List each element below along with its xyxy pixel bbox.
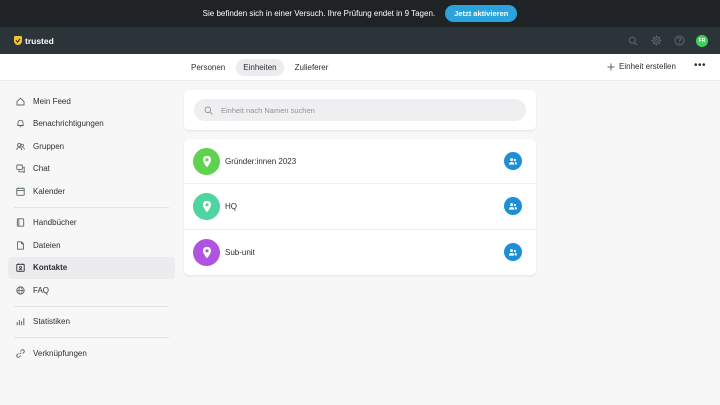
- sidebar-item-label: FAQ: [33, 285, 50, 295]
- location-pin-icon: [202, 246, 211, 259]
- sidebar: Mein Feed Benachrichtigungen Gruppen Cha…: [8, 90, 175, 365]
- unit-avatar: [193, 147, 220, 175]
- sidebar-item-mein-feed[interactable]: Mein Feed: [8, 90, 175, 113]
- sidebar-item-chat[interactable]: Chat: [8, 158, 175, 181]
- unit-list: Gründer:innen 2023 HQ Sub-unit: [184, 139, 536, 275]
- search-field[interactable]: [194, 99, 526, 121]
- unit-avatar: [193, 238, 220, 266]
- sidebar-item-label: Mein Feed: [33, 96, 71, 106]
- unit-avatar: [193, 192, 220, 220]
- unit-row[interactable]: Gründer:innen 2023: [184, 139, 536, 185]
- sidebar-item-label: Statistiken: [33, 317, 70, 327]
- search-icon: [204, 106, 213, 115]
- manage-members-button[interactable]: [504, 243, 522, 262]
- app-header: trusted FR: [0, 27, 720, 54]
- globe-icon: [16, 286, 25, 295]
- members-icon: [509, 157, 517, 165]
- sidebar-item-label: Benachrichtigungen: [33, 119, 104, 129]
- unit-row[interactable]: Sub-unit: [184, 230, 536, 275]
- home-icon: [16, 97, 25, 106]
- manage-members-button[interactable]: [504, 152, 522, 171]
- members-icon: [509, 248, 517, 256]
- sidebar-item-verknuepfungen[interactable]: Verknüpfungen: [8, 342, 175, 365]
- people-icon: [16, 142, 25, 151]
- calendar-icon: [16, 187, 25, 196]
- more-options-button[interactable]: •••: [694, 60, 706, 71]
- shield-logo-icon: [14, 36, 22, 45]
- unit-name: Sub-unit: [225, 247, 255, 257]
- sidebar-divider: [14, 206, 169, 208]
- sidebar-item-label: Kontakte: [33, 263, 68, 273]
- sidebar-item-benachrichtigungen[interactable]: Benachrichtigungen: [8, 113, 175, 136]
- sidebar-item-label: Kalender: [33, 186, 66, 196]
- book-icon: [16, 218, 25, 227]
- bell-icon: [16, 119, 25, 128]
- plus-icon: [607, 63, 615, 70]
- logo[interactable]: trusted: [14, 36, 54, 46]
- sub-navigation: Personen Einheiten Zulieferer Einheit er…: [0, 54, 720, 81]
- file-icon: [16, 241, 25, 250]
- user-avatar[interactable]: FR: [696, 34, 708, 47]
- sidebar-item-kalender[interactable]: Kalender: [8, 180, 175, 203]
- tab-bar: Personen Einheiten Zulieferer: [184, 59, 335, 76]
- tab-zulieferer[interactable]: Zulieferer: [288, 59, 336, 76]
- sidebar-item-dateien[interactable]: Dateien: [8, 234, 175, 257]
- sidebar-item-kontakte[interactable]: Kontakte: [8, 256, 175, 279]
- sidebar-item-label: Chat: [33, 164, 50, 174]
- sidebar-item-label: Handbücher: [33, 218, 77, 228]
- stats-icon: [16, 317, 25, 326]
- contacts-icon: [16, 263, 25, 272]
- sidebar-item-gruppen[interactable]: Gruppen: [8, 135, 175, 158]
- sidebar-item-faq[interactable]: FAQ: [8, 279, 175, 302]
- sidebar-item-label: Verknüpfungen: [33, 348, 87, 358]
- members-icon: [509, 203, 517, 210]
- activate-button[interactable]: Jetzt aktivieren: [445, 5, 518, 22]
- unit-search-input[interactable]: [221, 105, 501, 115]
- create-unit-label: Einheit erstellen: [619, 62, 676, 71]
- sidebar-item-label: Gruppen: [33, 141, 65, 151]
- link-icon: [16, 349, 25, 358]
- tab-personen[interactable]: Personen: [184, 59, 232, 76]
- help-icon[interactable]: [673, 35, 685, 47]
- search-icon[interactable]: [627, 35, 639, 47]
- create-unit-button[interactable]: Einheit erstellen: [607, 62, 676, 71]
- gear-icon[interactable]: [650, 35, 662, 47]
- trial-message: Sie befinden sich in einer Versuch. Ihre…: [202, 9, 436, 18]
- location-pin-icon: [202, 155, 211, 167]
- chat-icon: [16, 164, 25, 174]
- sidebar-item-statistiken[interactable]: Statistiken: [8, 311, 175, 334]
- location-pin-icon: [202, 200, 211, 213]
- sidebar-item-handbuecher[interactable]: Handbücher: [8, 212, 175, 235]
- tab-einheiten[interactable]: Einheiten: [236, 59, 284, 76]
- sidebar-divider: [14, 337, 169, 338]
- search-card: [184, 90, 536, 130]
- unit-name: Gründer:innen 2023: [225, 156, 297, 166]
- manage-members-button[interactable]: [504, 197, 522, 216]
- unit-name: HQ: [225, 201, 237, 211]
- sidebar-item-label: Dateien: [33, 240, 61, 250]
- sidebar-divider: [14, 305, 169, 307]
- trial-banner: Sie befinden sich in einer Versuch. Ihre…: [0, 0, 720, 27]
- unit-row[interactable]: HQ: [184, 184, 536, 230]
- logo-text: trusted: [25, 35, 54, 46]
